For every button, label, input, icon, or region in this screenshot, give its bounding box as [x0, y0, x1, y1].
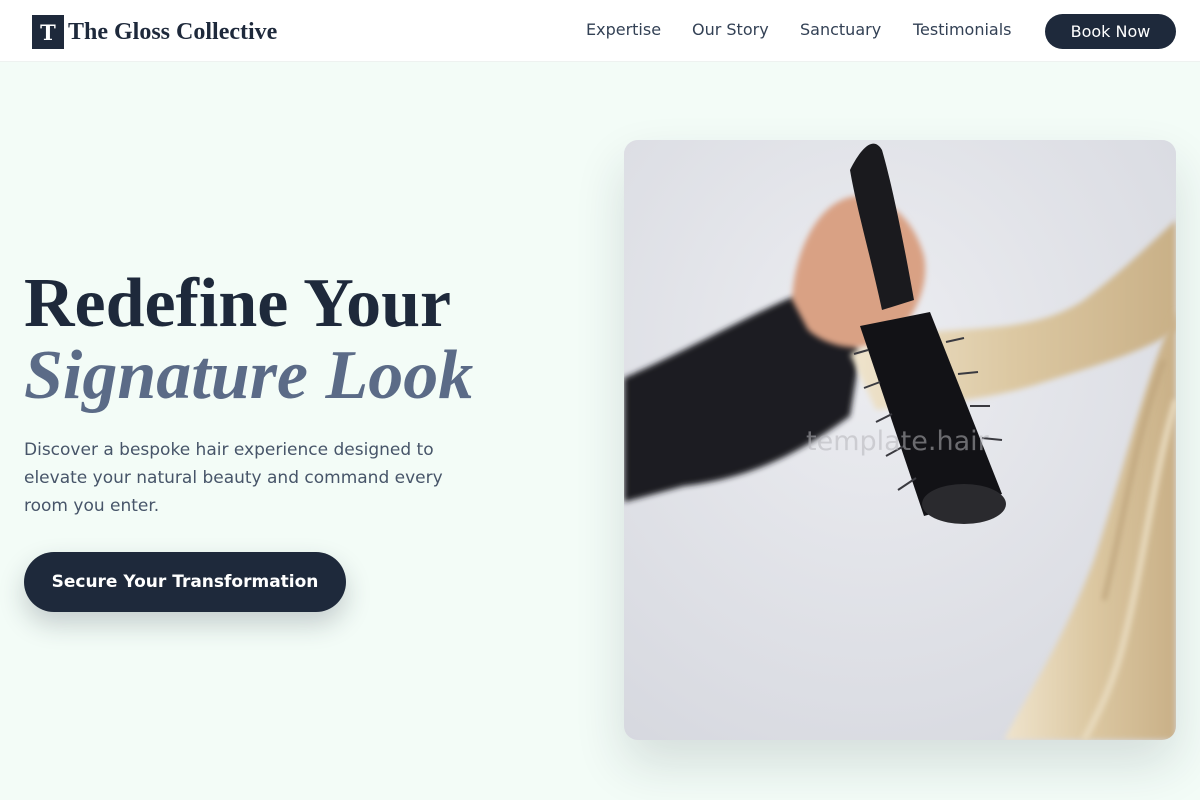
headline-line-2: Signature Look — [24, 337, 474, 414]
secure-transformation-button[interactable]: Secure Your Transformation — [24, 552, 346, 612]
logo-mark: T — [32, 15, 64, 49]
nav-link-our-story[interactable]: Our Story — [692, 20, 769, 39]
brand-name: The Gloss Collective — [68, 18, 278, 45]
image-watermark: template.hair — [806, 426, 989, 457]
site-header: T The Gloss Collective Expertise Our Sto… — [0, 0, 1200, 62]
book-now-button[interactable]: Book Now — [1045, 14, 1176, 49]
nav-link-sanctuary[interactable]: Sanctuary — [800, 20, 881, 39]
hero-image: template.hair — [624, 140, 1176, 740]
nav-link-expertise[interactable]: Expertise — [586, 20, 661, 39]
nav-link-testimonials[interactable]: Testimonials — [913, 20, 1012, 39]
hero-headline: Redefine Your Signature Look — [24, 268, 584, 412]
headline-line-1: Redefine Your — [24, 265, 452, 342]
brand-logo[interactable]: T The Gloss Collective — [32, 15, 277, 49]
hero-intro: Discover a bespoke hair experience desig… — [24, 440, 443, 516]
